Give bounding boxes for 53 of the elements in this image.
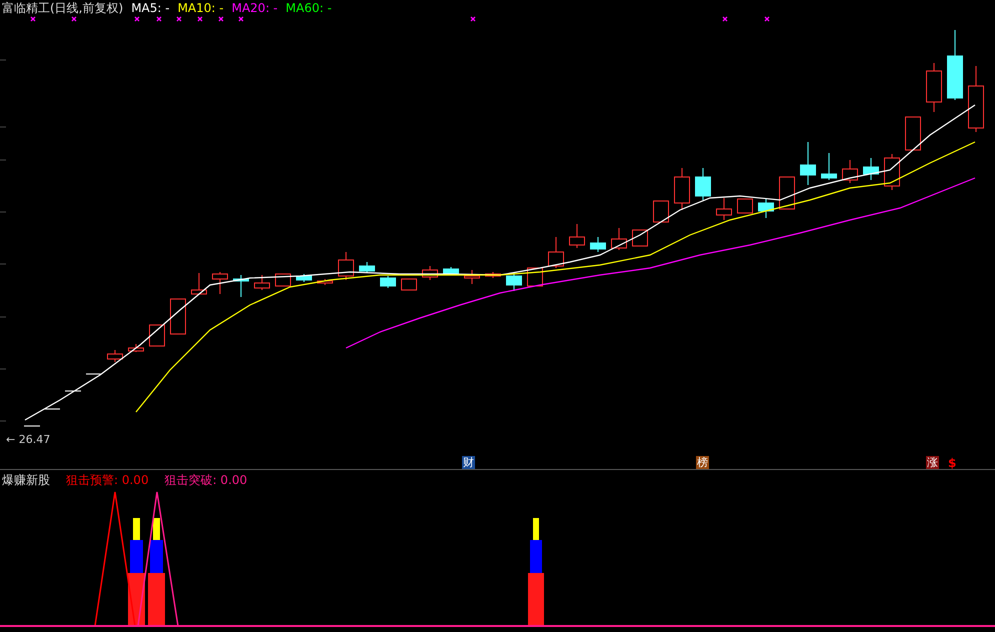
candlestick [800, 142, 816, 186]
panel-title: 爆赚新股 [2, 473, 50, 487]
candlestick [737, 198, 753, 214]
chart-title: 富临精工(日线,前复权) [2, 1, 124, 15]
candlestick [905, 116, 921, 150]
candlestick [254, 274, 270, 290]
candlestick [191, 272, 207, 294]
candlestick [422, 266, 438, 280]
indicator-value: MA60: - [286, 1, 332, 15]
low-price-label: ← 26.47 [6, 433, 50, 447]
indicator-value: MA20: - [232, 1, 278, 15]
candlestick [212, 272, 228, 294]
candlestick [590, 236, 606, 252]
candlestick [359, 262, 375, 274]
candlestick [443, 266, 459, 276]
candlestick [716, 198, 732, 220]
event-tag: 财 [462, 456, 475, 469]
candlestick [275, 274, 291, 286]
candlestick [695, 168, 711, 200]
candlestick [170, 298, 186, 334]
candlestick [821, 152, 837, 180]
candlestick [569, 224, 585, 248]
indicator-value: 狙击突破: 0.00 [164, 473, 248, 487]
candlestick [338, 252, 354, 280]
candlestick [968, 66, 984, 132]
candlestick [842, 160, 858, 184]
candlestick [233, 274, 249, 298]
indicator-value: MA10: - [178, 1, 224, 15]
candlestick [863, 158, 879, 180]
indicator-value: 狙击预警: 0.00 [66, 473, 149, 487]
event-tag: 涨 [926, 456, 939, 469]
candlestick [926, 62, 942, 112]
candlestick [317, 278, 333, 286]
candlestick [632, 230, 648, 246]
candlestick [149, 324, 165, 346]
event-tag: 榜 [696, 456, 709, 469]
candlestick [128, 344, 144, 352]
candlestick [296, 274, 312, 282]
candlestick [947, 30, 963, 100]
candlestick [401, 278, 417, 290]
candlestick [884, 154, 900, 190]
candlestick [653, 200, 669, 222]
candlestick [464, 270, 480, 284]
indicator-value: MA5: - [131, 1, 170, 15]
candlestick [548, 236, 564, 268]
candlestick [611, 228, 627, 250]
candlestick [779, 176, 795, 210]
candlestick [107, 350, 123, 362]
candlestick [674, 168, 690, 210]
dollar-mark: $ [948, 456, 956, 470]
candlestick [506, 272, 522, 292]
candlestick [380, 276, 396, 288]
candlestick [758, 198, 774, 218]
